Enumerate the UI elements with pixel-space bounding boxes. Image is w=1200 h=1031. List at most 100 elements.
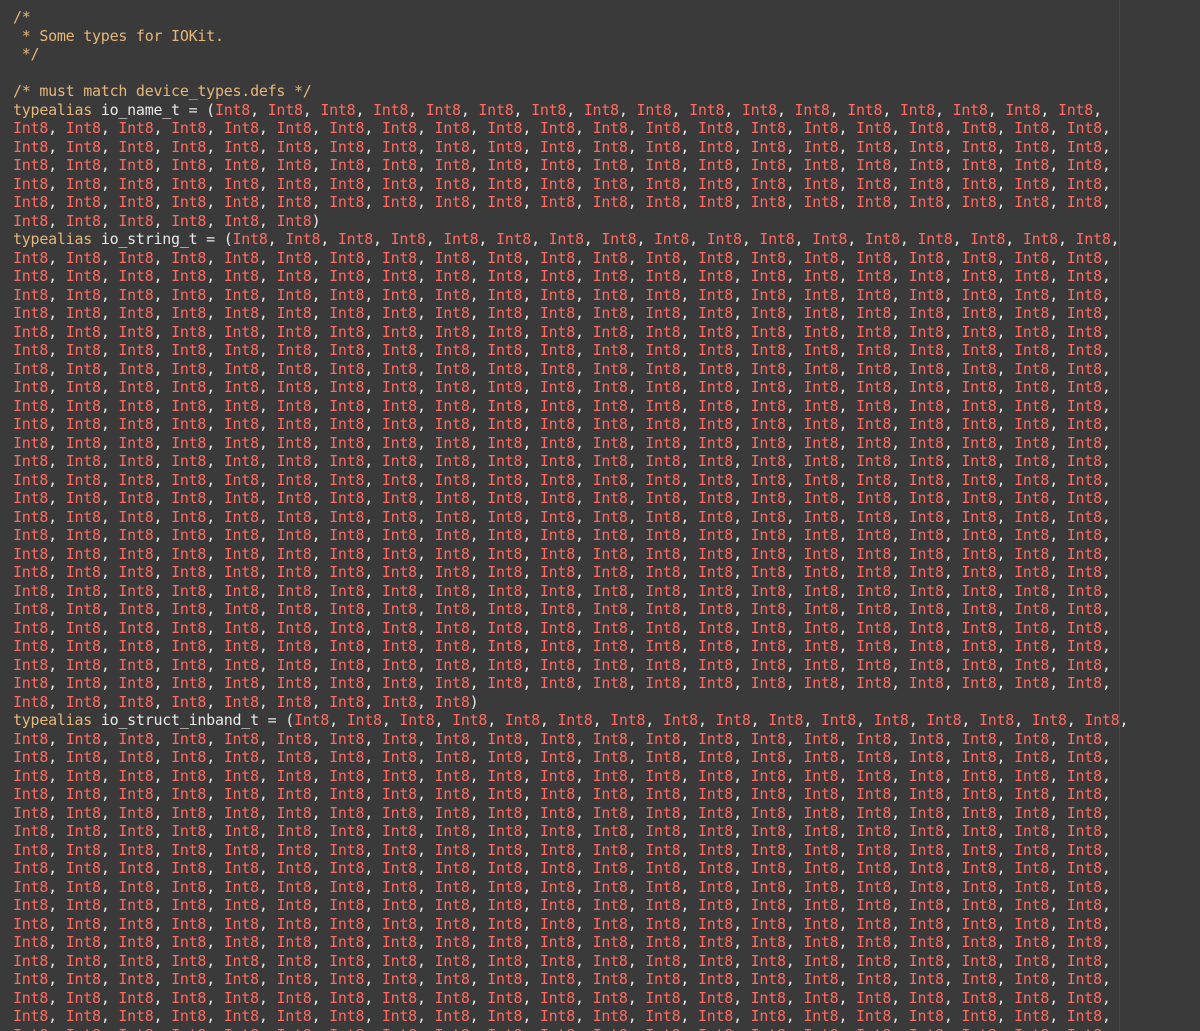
comma: , <box>1049 526 1067 544</box>
int8-type: Int8 <box>487 396 523 415</box>
int8-type: Int8 <box>223 840 259 859</box>
comma: , <box>680 156 698 174</box>
int8-type: Int8 <box>908 526 944 544</box>
int8-type: Int8 <box>13 877 49 896</box>
comma: , <box>943 674 962 692</box>
int8-type: Int8 <box>750 415 786 433</box>
int8-type: Int8 <box>276 433 312 452</box>
comma: , <box>733 248 751 267</box>
int8-type: Int8 <box>65 637 101 655</box>
comma: , <box>311 1007 330 1025</box>
code-editor[interactable]: /* * Some types for IOKit. *//* must mat… <box>0 0 1200 1031</box>
int8-type: Int8 <box>908 544 944 563</box>
comma: , <box>680 785 698 803</box>
comma: , <box>1049 156 1067 174</box>
int8-type: Int8 <box>803 119 839 137</box>
int8-type: Int8 <box>171 119 207 137</box>
int8-type: Int8 <box>487 822 523 840</box>
int8-type: Int8 <box>171 193 207 211</box>
tuple-continuation-line: Int8, Int8, Int8, Int8, Int8, Int8) <box>13 212 1128 231</box>
int8-type: Int8 <box>223 692 259 711</box>
int8-type: Int8 <box>689 100 725 119</box>
comma: , <box>575 785 593 803</box>
comma: , <box>996 951 1015 970</box>
int8-type: Int8 <box>592 415 628 433</box>
tuple-continuation-line: Int8, Int8, Int8, Int8, Int8, Int8, Int8… <box>13 119 1128 138</box>
int8-type: Int8 <box>645 119 681 137</box>
int8-type: Int8 <box>487 1007 523 1025</box>
comma: , <box>364 803 382 822</box>
comma: , <box>785 785 804 803</box>
comma: , <box>575 896 593 914</box>
comma: , <box>627 119 646 137</box>
comma: , <box>153 618 172 637</box>
comma: , <box>627 396 646 415</box>
int8-type: Int8 <box>276 840 312 859</box>
comma: , <box>364 507 382 526</box>
int8-type: Int8 <box>171 766 207 785</box>
comma: , <box>961 711 979 729</box>
comma: , <box>364 1026 382 1031</box>
comma: , <box>522 914 540 933</box>
int8-type: Int8 <box>171 433 207 452</box>
code-text[interactable]: /* * Some types for IOKit. *//* must mat… <box>13 8 1128 1031</box>
int8-type: Int8 <box>697 489 734 507</box>
int8-type: Int8 <box>697 803 734 822</box>
comma: , <box>522 137 540 156</box>
comma: , <box>153 359 172 378</box>
comma: , <box>891 248 909 267</box>
int8-type: Int8 <box>381 581 417 600</box>
comma: , <box>531 230 549 248</box>
comma: , <box>733 563 751 581</box>
int8-type: Int8 <box>539 267 575 285</box>
comma: , <box>785 729 804 748</box>
comma: , <box>627 766 646 785</box>
tuple-continuation-line: Int8, Int8, Int8, Int8, Int8, Int8, Int8… <box>13 508 1128 527</box>
comma: , <box>627 507 646 526</box>
comma: , <box>996 988 1015 1007</box>
comma: , <box>891 933 909 951</box>
int8-type: Int8 <box>381 896 417 914</box>
comma: , <box>100 248 119 267</box>
comma: , <box>364 914 382 933</box>
int8-type: Int8 <box>539 322 575 341</box>
comma: , <box>434 711 453 729</box>
comma: , <box>575 285 593 304</box>
int8-type: Int8 <box>592 322 628 341</box>
int8-type: Int8 <box>434 563 470 581</box>
comma: , <box>575 267 593 285</box>
int8-type: Int8 <box>961 119 997 137</box>
int8-type: Int8 <box>978 711 1015 729</box>
int8-type: Int8 <box>539 1007 575 1025</box>
comma: , <box>469 396 488 415</box>
comma: , <box>153 285 172 304</box>
int8-type: Int8 <box>66 1026 101 1031</box>
int8-type: Int8 <box>171 859 207 877</box>
int8-type: Int8 <box>592 674 628 692</box>
comma: , <box>838 470 856 489</box>
comma: , <box>522 563 540 581</box>
int8-type: Int8 <box>768 711 804 729</box>
int8-type: Int8 <box>1066 322 1102 341</box>
int8-type: Int8 <box>65 933 101 951</box>
comma: , <box>908 711 927 729</box>
comma: , <box>1049 193 1067 211</box>
int8-type: Int8 <box>961 378 997 396</box>
int8-type: Int8 <box>592 396 628 415</box>
comma: , <box>575 341 593 359</box>
comma: , <box>311 193 330 211</box>
comma: , <box>838 193 856 211</box>
int8-type: Int8 <box>908 119 944 137</box>
int8-type: Int8 <box>847 100 883 119</box>
comma: , <box>206 507 224 526</box>
int8-type: Int8 <box>803 174 839 193</box>
comma: , <box>1101 156 1111 174</box>
int8-type: Int8 <box>697 452 734 470</box>
comma: , <box>522 378 540 396</box>
int8-type: Int8 <box>65 618 101 637</box>
comma: , <box>416 840 435 859</box>
comma: , <box>311 840 330 859</box>
int8-type: Int8 <box>803 822 839 840</box>
int8-type: Int8 <box>856 859 892 877</box>
comma: , <box>311 970 330 988</box>
